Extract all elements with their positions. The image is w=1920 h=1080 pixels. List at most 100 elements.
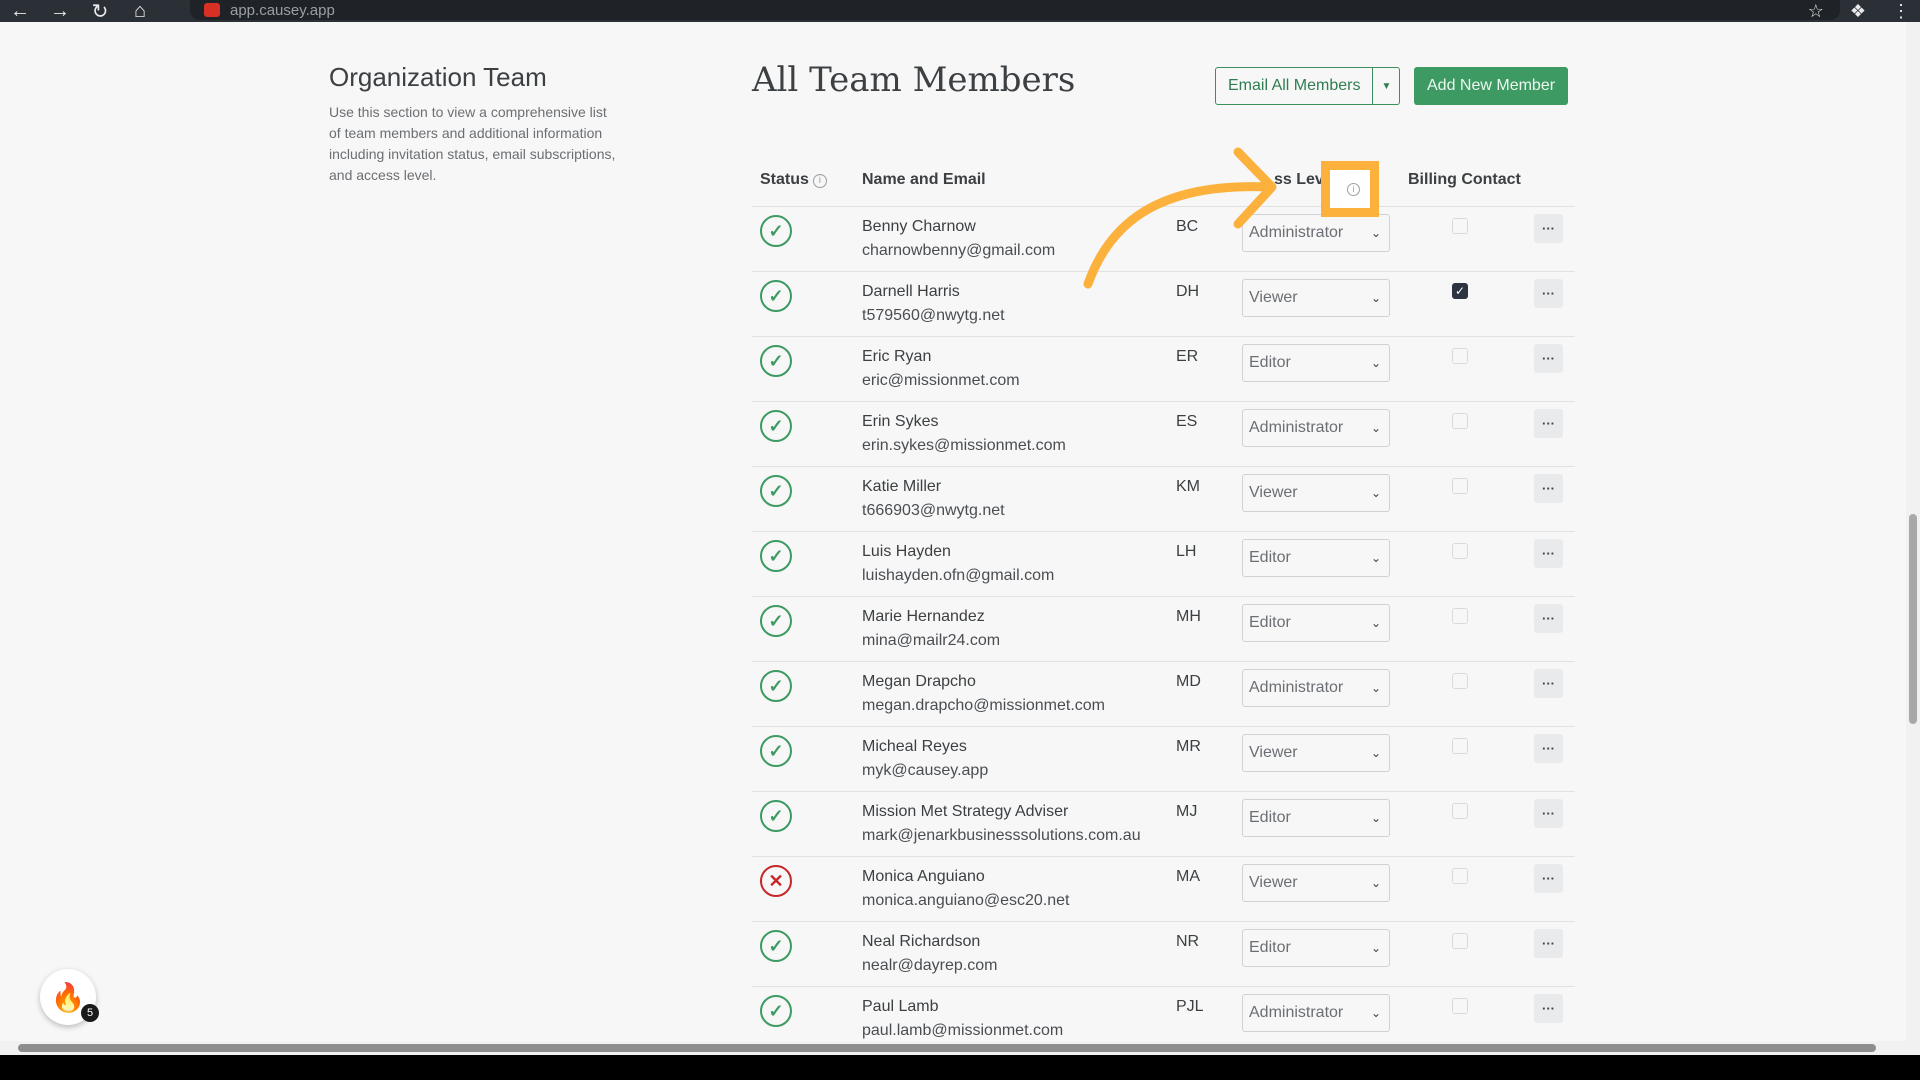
more-options-button[interactable]: ··· [1534,994,1563,1023]
chevron-down-icon: ⌄ [1370,356,1381,370]
access-level-select[interactable]: Viewer ⌄ [1242,474,1390,512]
table-row: ✓ Neal Richardson nealr@dayrep.com NR Editor… [752,922,1575,987]
access-level-select[interactable]: Administrator ⌄ [1242,994,1390,1032]
member-name: Luis Hayden [862,543,951,560]
chevron-down-icon: ⌄ [1370,876,1381,890]
chevron-down-icon: ⌄ [1370,291,1381,305]
bookmark-star-icon[interactable]: ☆ [1808,1,1824,22]
member-name: Marie Hernandez [862,608,985,625]
table-row: ✓ Megan Drapcho megan.drapcho@missionmet.c… [752,662,1575,727]
billing-contact-checkbox[interactable]: ✓ [1452,283,1468,299]
billing-contact-checkbox[interactable] [1452,348,1468,364]
horizontal-scroll-thumb[interactable] [18,1044,1876,1052]
access-level-select[interactable]: Viewer ⌄ [1242,734,1390,772]
table-body: ✓ Benny Charnow charnowbenny@gmail.com BC Ad… [752,207,1575,1052]
billing-contact-checkbox[interactable] [1452,608,1468,624]
access-level-select[interactable]: Editor ⌄ [1242,799,1390,837]
access-level-value: Editor [1249,549,1291,566]
email-all-button-group: Email All Members ▼ [1215,67,1401,105]
more-options-button[interactable]: ··· [1534,864,1563,893]
more-options-button[interactable]: ··· [1534,474,1563,503]
billing-contact-checkbox[interactable] [1452,803,1468,819]
chevron-down-icon: ⌄ [1370,681,1381,695]
access-level-value: Administrator [1249,1004,1344,1021]
billing-contact-checkbox[interactable] [1452,413,1468,429]
more-options-button[interactable]: ··· [1534,929,1563,958]
status-active-check-icon: ✓ [760,930,792,962]
page-content: Organization Team Use this section to vi… [0,22,1920,1055]
add-new-member-button[interactable]: Add New Member [1414,67,1569,105]
member-name: Darnell Harris [862,283,960,300]
status-inactive-x-icon: ✕ [760,865,792,897]
billing-contact-checkbox[interactable] [1452,868,1468,884]
access-level-value: Administrator [1249,419,1344,436]
status-active-check-icon: ✓ [760,995,792,1027]
more-options-button[interactable]: ··· [1534,604,1563,633]
browser-toolbar: ← → ↻ ⌂ app.causey.app ☆ ❖ ⋮ [0,0,1920,23]
member-initials: LH [1176,543,1197,560]
table-row: ✕ Monica Anguiano monica.anguiano@esc20.ne… [752,857,1575,922]
access-level-select[interactable]: Editor ⌄ [1242,539,1390,577]
chevron-down-icon: ⌄ [1370,811,1381,825]
forward-icon[interactable]: → [40,0,80,22]
member-name: Katie Miller [862,478,942,495]
member-name: Benny Charnow [862,218,976,235]
more-options-button[interactable]: ··· [1534,539,1563,568]
sidebar-description: Use this section to view a comprehensive… [329,104,616,183]
billing-contact-column-header: Billing Contact [1408,171,1521,188]
billing-contact-checkbox[interactable] [1452,933,1468,949]
access-level-select[interactable]: Administrator ⌄ [1242,409,1390,447]
more-options-button[interactable]: ··· [1534,279,1563,308]
status-active-check-icon: ✓ [760,345,792,377]
address-bar[interactable]: app.causey.app [190,0,1840,20]
reload-icon[interactable]: ↻ [80,0,120,23]
access-level-select[interactable]: Editor ⌄ [1242,344,1390,382]
browser-menu-icon[interactable]: ⋮ [1892,1,1910,22]
member-initials: MD [1176,673,1201,690]
billing-contact-checkbox[interactable] [1452,738,1468,754]
access-level-value: Viewer [1249,744,1298,761]
member-email: mina@mailr24.com [862,632,1001,649]
access-level-select[interactable]: Viewer ⌄ [1242,864,1390,902]
billing-contact-checkbox[interactable] [1452,478,1468,494]
access-level-select[interactable]: Editor ⌄ [1242,929,1390,967]
billing-contact-checkbox[interactable] [1452,218,1468,234]
status-active-check-icon: ✓ [760,410,792,442]
chevron-down-icon: ⌄ [1370,421,1381,435]
table-row: ✓ Erin Sykes erin.sykes@missionmet.com ES Ad… [752,402,1575,467]
more-options-button[interactable]: ··· [1534,799,1563,828]
vertical-scrollbar[interactable] [1906,22,1920,1055]
extensions-icon[interactable]: ❖ [1850,1,1866,22]
more-options-button[interactable]: ··· [1534,669,1563,698]
billing-contact-checkbox[interactable] [1452,673,1468,689]
member-initials: MA [1176,868,1200,885]
access-level-select[interactable]: Editor ⌄ [1242,604,1390,642]
access-level-value: Editor [1249,614,1291,631]
member-email: mark@jenarkbusinesssolutions.com.au [862,827,1141,844]
member-initials: ES [1176,413,1198,430]
status-info-icon[interactable]: i [812,174,827,188]
more-options-button[interactable]: ··· [1534,409,1563,438]
more-options-button[interactable]: ··· [1534,344,1563,373]
table-row: ✓ Eric Ryan eric@missionmet.com ER Editor ⌄ ··… [752,337,1575,402]
access-level-value: Administrator [1249,679,1344,696]
email-dropdown-caret-icon[interactable]: ▼ [1373,67,1401,105]
chevron-down-icon: ⌄ [1370,486,1381,500]
more-options-button[interactable]: ··· [1534,214,1563,243]
vertical-scroll-thumb[interactable] [1909,514,1917,724]
access-level-info-highlight[interactable]: i [1321,161,1379,217]
more-options-button[interactable]: ··· [1534,734,1563,763]
access-level-select[interactable]: Administrator ⌄ [1242,669,1390,707]
horizontal-scrollbar[interactable] [0,1041,1906,1055]
member-email: eric@missionmet.com [862,372,1020,389]
billing-contact-checkbox[interactable] [1452,998,1468,1014]
home-icon[interactable]: ⌂ [120,0,160,22]
email-all-members-button[interactable]: Email All Members [1215,67,1374,105]
billing-contact-checkbox[interactable] [1452,543,1468,559]
access-level-value: Editor [1249,809,1291,826]
status-active-check-icon: ✓ [760,735,792,767]
member-email: t579560@nwytg.net [862,307,1005,324]
back-icon[interactable]: ← [0,0,40,22]
access-level-value: Editor [1249,354,1291,371]
access-level-info-icon[interactable]: i [1347,183,1360,196]
